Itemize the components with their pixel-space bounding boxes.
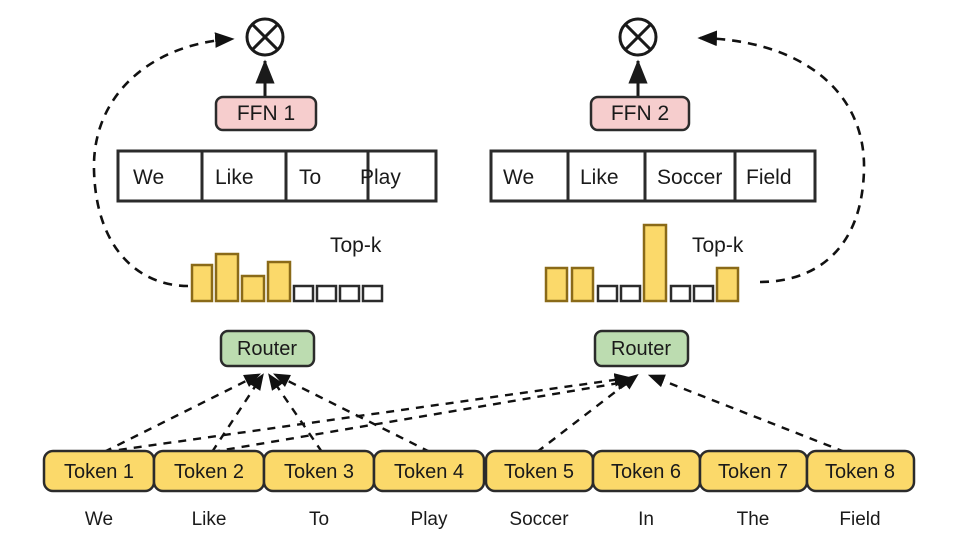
gate-bar-1-5 (292, 284, 315, 303)
combine-operator-1 (245, 17, 285, 57)
expert-2-word-3: Field (746, 166, 792, 189)
token-box-4-label: Token 4 (394, 461, 464, 483)
expert-1-word-1: Like (215, 166, 254, 189)
expert-1-word-3: Play (360, 166, 401, 189)
token-box-3-label: Token 3 (284, 461, 354, 483)
combine-operator-2 (618, 17, 658, 57)
gate-bar-1-3 (240, 274, 266, 303)
token-box-6-label: Token 6 (611, 461, 681, 483)
token-box-3[interactable]: Token 3 (262, 449, 376, 493)
expert-1-word-2: To (299, 166, 321, 189)
gate-bar-2-1 (544, 266, 569, 303)
router-2-label: Router (611, 338, 671, 360)
token-box-1[interactable]: Token 1 (42, 449, 156, 493)
token-box-6[interactable]: Token 6 (591, 449, 702, 493)
gate-bar-1-7 (338, 284, 361, 303)
ffn-2-box[interactable]: FFN 2 (589, 95, 691, 132)
token-box-8[interactable]: Token 8 (805, 449, 916, 493)
expert-2-word-boxes: We Like Soccer Field (489, 149, 817, 203)
token-box-5-label: Token 5 (504, 461, 574, 483)
expert-1-word-boxes: We Like To Play (116, 149, 438, 203)
gate-bar-2-7 (692, 284, 715, 303)
token-box-2[interactable]: Token 2 (152, 449, 266, 493)
token-box-1-label: Token 1 (64, 461, 134, 483)
expert-2-word-1: Like (580, 166, 619, 189)
moe-routing-diagram: FFN 1 We Like To Play Top-k Router FFN 2… (0, 0, 960, 548)
expert-1-word-0: We (133, 166, 164, 189)
expert-2-word-2: Soccer (657, 166, 722, 189)
token-word-8: Field (839, 509, 880, 530)
token-word-2: Like (192, 509, 227, 530)
router-2-box[interactable]: Router (593, 329, 690, 368)
ffn-1-box[interactable]: FFN 1 (214, 95, 318, 132)
gate-bar-1-4 (266, 260, 292, 303)
gate-bar-2-3 (596, 284, 619, 303)
router-1-gate-bars (190, 252, 384, 303)
gate-bar-1-1 (190, 263, 214, 303)
gate-bar-1-2 (214, 252, 240, 303)
gate-bar-2-5 (642, 223, 668, 303)
token-word-1: We (85, 509, 113, 530)
diagram-canvas: FFN 1 We Like To Play Top-k Router FFN 2… (42, 17, 916, 530)
token-box-5[interactable]: Token 5 (484, 449, 595, 493)
token-box-4[interactable]: Token 4 (372, 449, 486, 493)
gate-bar-1-6 (315, 284, 338, 303)
token-box-7-label: Token 7 (718, 461, 788, 483)
gate-bar-2-6 (669, 284, 692, 303)
token-word-6: In (638, 509, 654, 530)
gate-bar-2-4 (619, 284, 642, 303)
token-word-7: The (737, 509, 770, 530)
gate-bar-2-8 (715, 266, 740, 303)
token-row: Token 1 We Token 2 Like Token 3 To Token… (42, 449, 916, 530)
token-word-4: Play (411, 509, 448, 530)
ffn-1-label: FFN 1 (237, 102, 295, 125)
router-1-box[interactable]: Router (219, 329, 316, 368)
token-word-5: Soccer (509, 509, 569, 530)
gate-bar-2-2 (570, 266, 595, 303)
token-to-router-edges (103, 373, 846, 454)
token-word-3: To (309, 509, 329, 530)
expert-2-word-0: We (503, 166, 534, 189)
token-box-8-label: Token 8 (825, 461, 895, 483)
router-1-label: Router (237, 338, 297, 360)
topk-label-1: Top-k (330, 234, 382, 257)
ffn-2-label: FFN 2 (611, 102, 669, 125)
token-box-2-label: Token 2 (174, 461, 244, 483)
token-box-7[interactable]: Token 7 (698, 449, 809, 493)
topk-label-2: Top-k (692, 234, 744, 257)
gate-bar-1-8 (361, 284, 384, 303)
